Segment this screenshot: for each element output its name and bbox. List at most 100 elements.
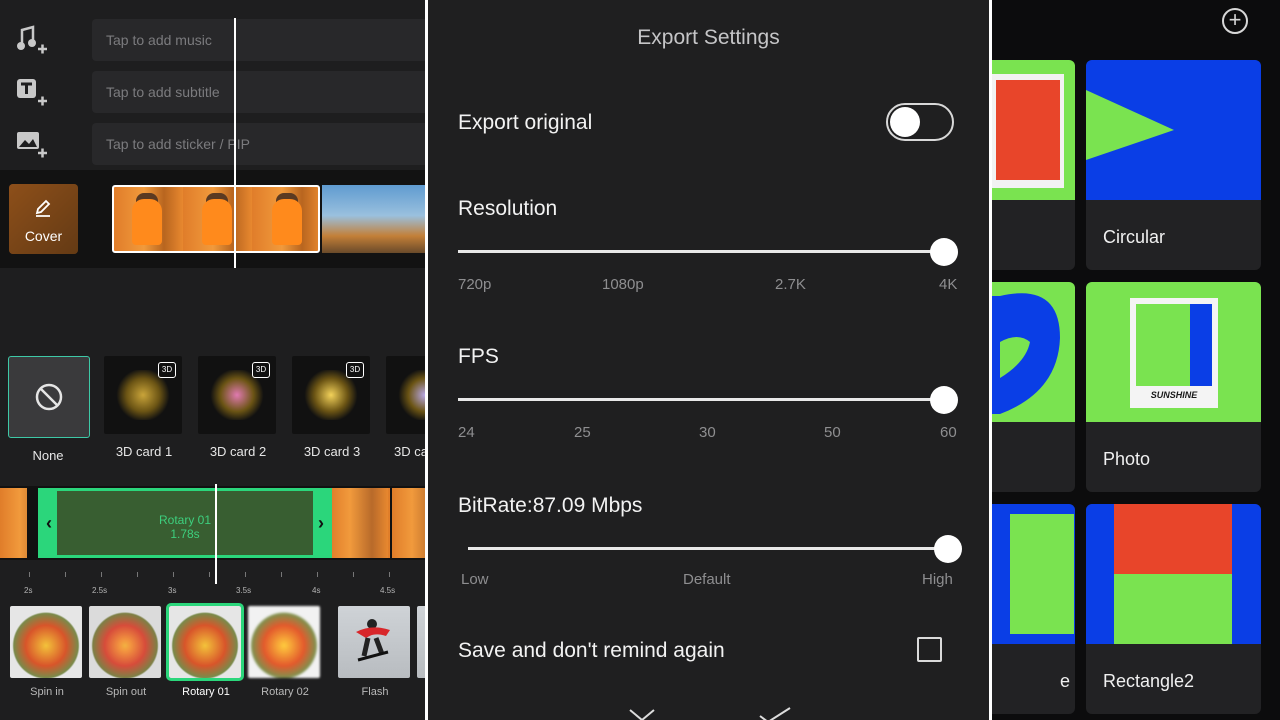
- effect-item-3d-card-4[interactable]: 3D ca: [386, 356, 425, 459]
- transition-label: Flash: [361, 686, 389, 698]
- add-subtitle-label: Tap to add subtitle: [106, 84, 220, 100]
- ruler-tick: 2.5s: [92, 586, 108, 595]
- mask-card-photo[interactable]: SUNSHINE Photo: [1086, 282, 1261, 492]
- mask-card-label: Photo: [1103, 449, 1151, 469]
- transition-label: Spin out: [105, 686, 147, 698]
- heart-mask-image: [992, 293, 1060, 414]
- transition-item-spin-out[interactable]: Spin out: [89, 606, 163, 699]
- transition-duration: 1.78s: [170, 527, 200, 541]
- resolution-tick: 4K: [939, 276, 958, 293]
- bitrate-tick: High: [922, 571, 953, 588]
- resolution-slider-knob[interactable]: [930, 237, 958, 266]
- effect-item-3d-card-3[interactable]: 3D 3D card 3: [292, 356, 372, 459]
- resolution-tick: 720p: [458, 276, 492, 293]
- ruler-tick: 3s: [168, 586, 177, 595]
- video-clip[interactable]: [322, 185, 425, 253]
- add-icon[interactable]: +: [1222, 8, 1248, 34]
- transition-name: Rotary 01: [158, 513, 212, 527]
- fps-label: FPS: [458, 345, 499, 368]
- ruler-tick: 2s: [24, 586, 33, 595]
- transition-label: Spin in: [30, 686, 64, 698]
- transition-item-partial[interactable]: [417, 606, 425, 678]
- fps-slider-knob[interactable]: [930, 385, 958, 414]
- add-subtitle-field[interactable]: Tap to add subtitle: [92, 71, 425, 113]
- text-add-icon: [17, 79, 47, 106]
- fps-tick: 25: [574, 424, 591, 441]
- transition-label: Rotary 02: [261, 686, 309, 698]
- 3d-badge-icon: 3D: [252, 362, 270, 378]
- selected-transition-range[interactable]: ‹ › Rotary 01 1.78s: [38, 488, 332, 558]
- 3d-badge-icon: 3D: [158, 362, 176, 378]
- add-music-label: Tap to add music: [106, 32, 212, 48]
- transition-label: Rotary 01: [182, 686, 230, 698]
- effect-item-none[interactable]: None: [8, 356, 90, 463]
- fps-tick: 30: [699, 424, 716, 441]
- edit-pencil-icon: [35, 199, 51, 217]
- mask-card-circular[interactable]: Circular: [1086, 60, 1261, 270]
- close-icon[interactable]: [628, 706, 656, 720]
- save-remind-label: Save and don't remind again: [458, 639, 725, 662]
- fps-tick: 24: [458, 424, 475, 441]
- bitrate-tick: Low: [461, 571, 489, 588]
- mask-card-rectangle2[interactable]: Rectangle2: [1086, 504, 1261, 714]
- transition-list: Spin in Spin out Rotary 01 Rotary 02 Fla…: [0, 603, 425, 716]
- fps-tick: 60: [940, 424, 957, 441]
- video-clip[interactable]: [392, 488, 425, 558]
- music-add-icon: [17, 25, 47, 54]
- screen: Tap to add music Tap to add subtitle Tap…: [0, 0, 1280, 720]
- triangle-mask-image: [1086, 90, 1174, 160]
- music-track-row[interactable]: Tap to add music: [0, 19, 425, 61]
- ruler-tick: 4.5s: [380, 586, 396, 595]
- video-clip[interactable]: [330, 488, 390, 558]
- image-add-icon: [17, 132, 47, 158]
- resolution-label: Resolution: [458, 197, 558, 220]
- mask-card[interactable]: e: [992, 504, 1075, 714]
- mask-card-label: Circular: [1103, 227, 1166, 247]
- mask-card[interactable]: [992, 282, 1075, 492]
- transition-item-rotary-02[interactable]: Rotary 02: [248, 606, 322, 699]
- subtitle-track-row[interactable]: Tap to add subtitle: [0, 71, 425, 113]
- effect-item-3d-card-1[interactable]: 3D 3D card 1: [104, 356, 184, 459]
- effect-label: 3D ca: [394, 444, 425, 459]
- check-icon[interactable]: [758, 706, 792, 720]
- fps-slider[interactable]: [458, 385, 958, 414]
- toggle-knob[interactable]: [890, 107, 920, 137]
- playhead[interactable]: [234, 18, 236, 268]
- export-original-toggle[interactable]: [886, 103, 954, 141]
- snowboarder-image: [356, 619, 390, 662]
- bitrate-label: BitRate:87.09 Mbps: [458, 494, 643, 517]
- effect-label: 3D card 1: [115, 444, 173, 459]
- video-timeline: Cover: [0, 170, 425, 268]
- selected-video-clip[interactable]: [112, 185, 320, 253]
- effect-item-3d-card-2[interactable]: 3D 3D card 2: [198, 356, 278, 459]
- save-remind-checkbox[interactable]: [917, 637, 942, 662]
- export-settings-panel: Export Settings Export original Resoluti…: [428, 0, 989, 720]
- 3d-badge-icon: 3D: [346, 362, 364, 378]
- sunshine-text: SUNSHINE: [1150, 390, 1198, 400]
- transition-item-spin-in[interactable]: Spin in: [10, 606, 84, 699]
- page-title: Export Settings: [637, 26, 780, 49]
- ruler-tick: 3.5s: [236, 586, 252, 595]
- cover-button[interactable]: Cover: [9, 184, 78, 254]
- no-effect-icon: [35, 383, 63, 411]
- effect-label: None: [32, 448, 64, 463]
- mask-card-label: Rectangle2: [1103, 671, 1195, 691]
- resolution-tick: 2.7K: [775, 276, 806, 293]
- mask-card[interactable]: [992, 60, 1075, 270]
- bitrate-slider-knob[interactable]: [934, 534, 962, 563]
- resolution-slider[interactable]: [458, 237, 958, 266]
- video-clip[interactable]: [0, 488, 27, 558]
- transition-item-flash[interactable]: Flash: [338, 606, 412, 699]
- effects-list: None 3D 3D card 1 3D 3D card 2 3D 3D car…: [0, 356, 425, 466]
- sticker-track-row[interactable]: Tap to add sticker / PIP: [0, 123, 425, 165]
- playhead[interactable]: [215, 484, 217, 584]
- effect-label: 3D card 3: [303, 444, 361, 459]
- add-sticker-field[interactable]: Tap to add sticker / PIP: [92, 123, 425, 165]
- none-option[interactable]: [8, 356, 90, 438]
- export-original-label: Export original: [458, 111, 593, 134]
- transition-item-rotary-01[interactable]: Rotary 01: [166, 603, 244, 699]
- bitrate-slider[interactable]: [468, 534, 962, 563]
- time-ruler: 2s 2.5s 3s 3.5s 4s 4.5s: [0, 566, 425, 596]
- resolution-tick: 1080p: [602, 276, 644, 293]
- add-music-field[interactable]: Tap to add music: [92, 19, 425, 61]
